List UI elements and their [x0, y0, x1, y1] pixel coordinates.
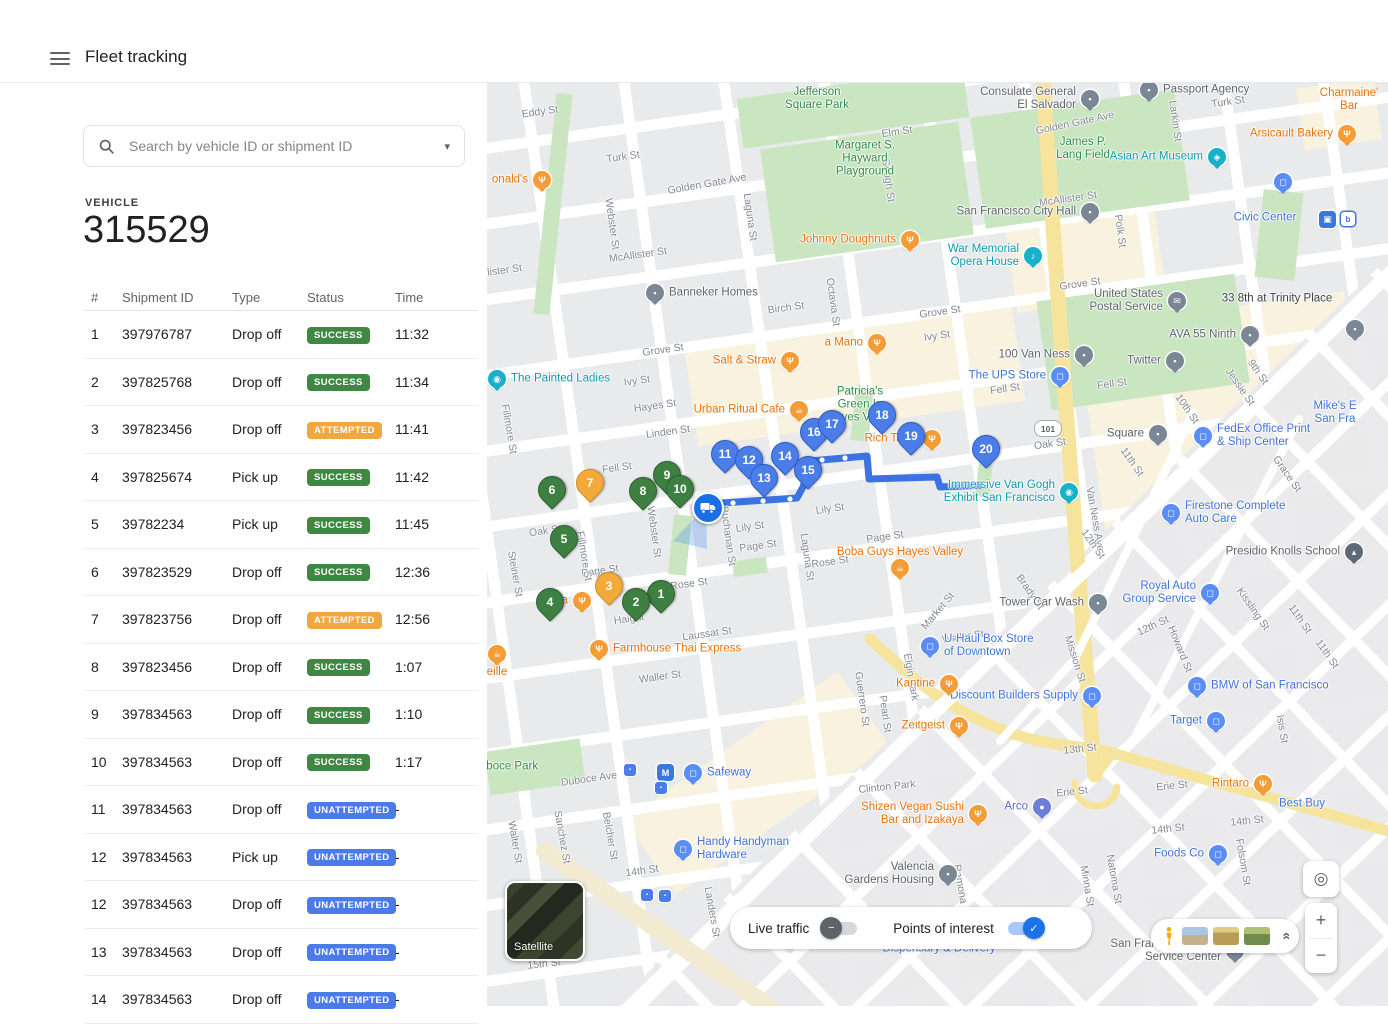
status-badge: SUCCESS: [307, 659, 370, 676]
table-row[interactable]: 6397823529Drop offSUCCESS12:36: [84, 549, 478, 597]
status-badge: UNATTEMPTED: [307, 849, 396, 866]
zoom-in-button[interactable]: +: [1305, 903, 1337, 938]
status-badge: ATTEMPTED: [307, 612, 382, 629]
table-row[interactable]: 10397834563Drop offSUCCESS1:17: [84, 739, 478, 787]
column-header: Shipment ID: [122, 290, 232, 305]
pegman-icon[interactable]: [1161, 926, 1177, 946]
table-row[interactable]: 8397823456Drop offSUCCESS1:07: [84, 644, 478, 692]
collapse-icon[interactable]: »: [1277, 932, 1293, 940]
table-row[interactable]: 7397823756Drop offATTEMPTED12:56: [84, 596, 478, 644]
search-box[interactable]: ▾: [83, 125, 465, 167]
imagery-thumbnail[interactable]: [1244, 927, 1270, 945]
status-badge: UNATTEMPTED: [307, 992, 396, 1009]
column-header: Type: [232, 290, 307, 305]
table-row[interactable]: 4397825674Pick upSUCCESS11:42: [84, 454, 478, 502]
table-header: #Shipment IDTypeStatusTime: [84, 284, 478, 311]
search-icon: [98, 138, 115, 155]
column-header: Time: [395, 290, 478, 305]
status-badge: SUCCESS: [307, 707, 370, 724]
status-badge: ATTEMPTED: [307, 422, 382, 439]
table-row[interactable]: 539782234Pick upSUCCESS11:45: [84, 501, 478, 549]
map[interactable]: Eddy StTurk StTurk StElm StGolden Gate A…: [487, 83, 1388, 1006]
table-row[interactable]: 14397834563Drop offUNATTEMPTED-: [84, 976, 478, 1024]
status-badge: UNATTEMPTED: [307, 897, 396, 914]
table-row[interactable]: 3397823456Drop offATTEMPTED11:41: [84, 406, 478, 454]
column-header: #: [84, 290, 122, 305]
status-badge: SUCCESS: [307, 517, 370, 534]
street-view-bar: »: [1151, 919, 1299, 953]
status-badge: SUCCESS: [307, 327, 370, 344]
sidebar: ▾ VEHICLE 315529 #Shipment IDTypeStatusT…: [0, 83, 487, 1006]
table-row[interactable]: 2397825768Drop offSUCCESS11:34: [84, 359, 478, 407]
table-row[interactable]: 1397976787Drop offSUCCESS11:32: [84, 311, 478, 359]
imagery-thumbnail[interactable]: [1182, 927, 1208, 945]
zoom-controls: + −: [1305, 903, 1337, 973]
table-row[interactable]: 12397834563Pick upUNATTEMPTED-: [84, 834, 478, 882]
points-of-interest-label: Points of interest: [893, 921, 994, 936]
map-layer-controls: Live traffic − Points of interest ✓: [730, 907, 1092, 949]
status-badge: SUCCESS: [307, 564, 370, 581]
top-app-bar: Fleet tracking: [0, 0, 1388, 83]
points-of-interest-toggle[interactable]: ✓: [1008, 922, 1042, 935]
my-location-icon: ◎: [1314, 869, 1329, 889]
table-row[interactable]: 9397834563Drop offSUCCESS1:10: [84, 691, 478, 739]
status-badge: SUCCESS: [307, 374, 370, 391]
status-badge: UNATTEMPTED: [307, 944, 396, 961]
table-row[interactable]: 12397834563Drop offUNATTEMPTED-: [84, 881, 478, 929]
status-badge: SUCCESS: [307, 754, 370, 771]
my-location-button[interactable]: ◎: [1303, 861, 1339, 897]
vehicle-label: VEHICLE: [85, 197, 139, 209]
page-title: Fleet tracking: [85, 47, 187, 67]
column-header: Status: [307, 290, 395, 305]
imagery-thumbnail[interactable]: [1213, 927, 1239, 945]
zoom-out-button[interactable]: −: [1305, 939, 1337, 974]
chevron-down-icon[interactable]: ▾: [444, 140, 450, 153]
status-badge: SUCCESS: [307, 469, 370, 486]
menu-button[interactable]: [50, 52, 70, 65]
shipments-table: #Shipment IDTypeStatusTime 1397976787Dro…: [84, 284, 478, 1024]
status-badge: UNATTEMPTED: [307, 802, 396, 819]
toggle-check-icon: ✓: [1023, 917, 1045, 939]
satellite-toggle-button[interactable]: Satellite: [505, 881, 585, 961]
toggle-off-icon: −: [820, 917, 842, 939]
live-traffic-label: Live traffic: [748, 921, 809, 936]
table-row[interactable]: 11397834563Drop offUNATTEMPTED-: [84, 786, 478, 834]
search-input[interactable]: [127, 137, 444, 155]
shipment-rows: 1397976787Drop offSUCCESS11:322397825768…: [84, 311, 478, 1024]
vehicle-id: 315529: [83, 209, 210, 252]
table-row[interactable]: 13397834563Drop offUNATTEMPTED-: [84, 929, 478, 977]
live-traffic-toggle[interactable]: −: [823, 922, 857, 935]
satellite-label: Satellite: [514, 941, 553, 953]
